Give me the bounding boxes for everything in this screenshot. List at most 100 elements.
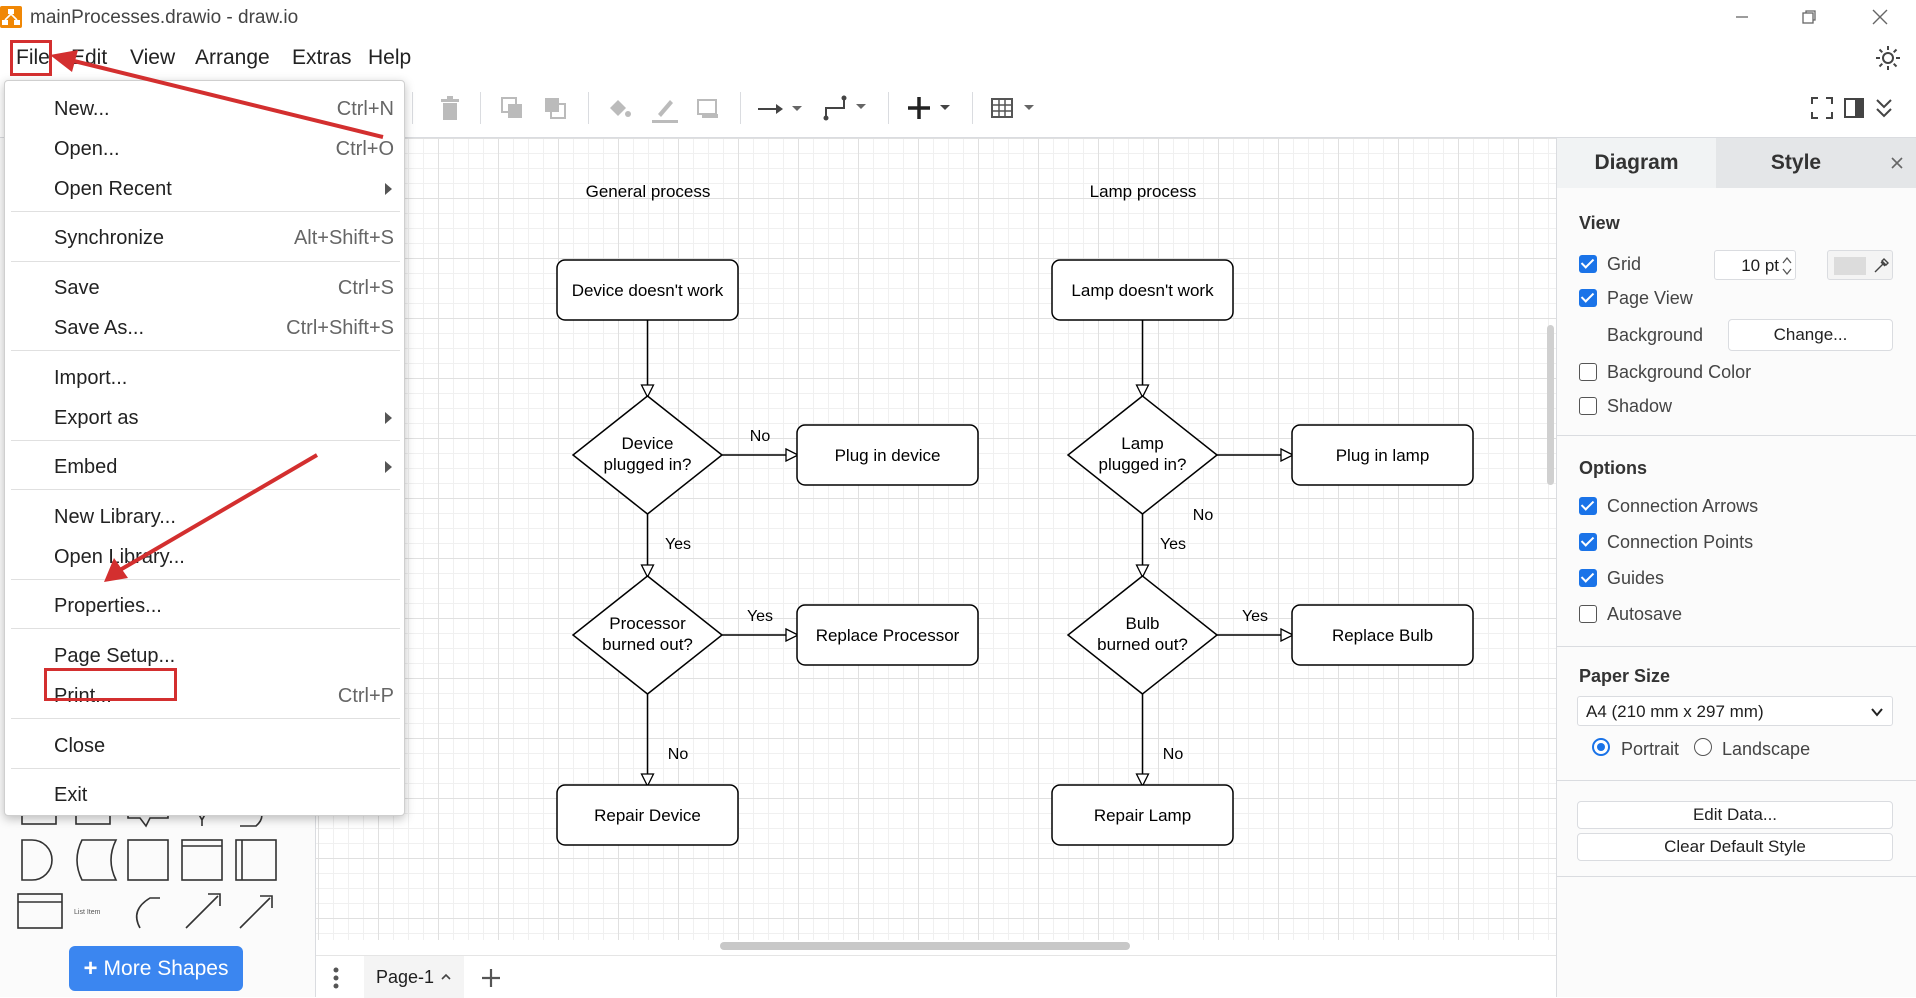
menu-item-embed[interactable]: Embed (5, 451, 406, 487)
menu-item-save-as[interactable]: Save As... Ctrl+Shift+S (5, 312, 406, 348)
connection-style-icon[interactable] (756, 96, 806, 122)
general-decision1-node[interactable]: Device plugged in? (571, 395, 724, 515)
menu-item-open-library[interactable]: Open Library... (5, 541, 406, 577)
menu-item-new[interactable]: New... Ctrl+N (5, 93, 406, 129)
menu-item-properties[interactable]: Properties... (5, 590, 406, 626)
menu-edit[interactable]: Edit (71, 46, 107, 70)
menu-item-label: Open Library... (54, 546, 185, 568)
general-action1-node[interactable]: Plug in device (796, 424, 979, 486)
general-decision2-line2: burned out? (602, 635, 693, 654)
general-end-label: Repair Device (594, 806, 701, 825)
change-background-button[interactable]: Change... (1728, 319, 1893, 351)
shape-list[interactable] (17, 893, 63, 929)
tab-diagram[interactable]: Diagram (1557, 138, 1716, 188)
theme-toggle-sun-icon[interactable] (1874, 44, 1902, 72)
landscape-radio[interactable] (1694, 738, 1712, 756)
menu-item-label: Exit (54, 784, 88, 806)
insert-plus-icon[interactable] (906, 94, 956, 124)
lamp-end-node[interactable]: Repair Lamp (1051, 784, 1234, 846)
lamp-process-title: Lamp process (1090, 182, 1197, 201)
line-color-icon[interactable] (650, 94, 680, 124)
vertical-scrollbar[interactable] (1547, 325, 1554, 485)
menu-separator (11, 579, 400, 580)
menu-item-save[interactable]: Save Ctrl+S (5, 272, 406, 308)
page-tabs-bar: Page-1 (316, 955, 1556, 998)
menu-item-exit[interactable]: Exit (5, 779, 406, 815)
menu-arrange[interactable]: Arrange (195, 46, 270, 70)
shadow-icon[interactable] (696, 96, 722, 122)
format-panel-toggle-icon[interactable] (1842, 96, 1866, 120)
clear-default-style-button[interactable]: Clear Default Style (1577, 833, 1893, 861)
general-decision1-line1: Device (622, 434, 674, 453)
table-icon[interactable] (990, 94, 1040, 124)
shape-stored-data[interactable] (76, 839, 118, 881)
menu-item-import[interactable]: Import... (5, 362, 406, 398)
edge-label-no: No (1163, 746, 1184, 763)
shape-double-arrow[interactable] (239, 895, 273, 929)
menu-item-synchronize[interactable]: Synchronize Alt+Shift+S (5, 222, 406, 258)
menu-view[interactable]: View (130, 46, 175, 70)
grid-size-input[interactable]: 10 pt (1714, 250, 1796, 280)
portrait-radio[interactable] (1592, 738, 1610, 756)
menu-item-new-library[interactable]: New Library... (5, 501, 406, 537)
close-window-button[interactable] (1850, 0, 1910, 34)
delete-icon[interactable] (438, 96, 462, 122)
window-title: mainProcesses.drawio - draw.io (30, 7, 299, 28)
edge-label-yes: Yes (747, 608, 773, 625)
tab-style[interactable]: Style (1716, 138, 1876, 188)
autosave-checkbox[interactable] (1579, 605, 1597, 623)
spinner-icon[interactable] (1781, 254, 1793, 278)
format-panel: Diagram Style View Grid 10 pt Page View … (1556, 138, 1916, 997)
edit-data-button[interactable]: Edit Data... (1577, 801, 1893, 829)
general-start-node[interactable]: Device doesn't work (556, 259, 739, 321)
pages-menu-icon[interactable] (332, 966, 340, 990)
menu-item-label: Page Setup... (54, 645, 176, 667)
grid-color-picker[interactable] (1827, 250, 1893, 280)
minimize-button[interactable] (1712, 0, 1772, 34)
shape-arrow[interactable] (185, 893, 221, 929)
lamp-action2-node[interactable]: Replace Bulb (1291, 604, 1474, 666)
shape-list-item[interactable]: List Item (74, 909, 101, 916)
general-end-node[interactable]: Repair Device (556, 784, 739, 846)
waypoints-icon[interactable] (822, 94, 872, 124)
close-panel-button[interactable] (1876, 138, 1916, 188)
shadow-checkbox[interactable] (1579, 397, 1597, 415)
horizontal-scrollbar[interactable] (720, 942, 1130, 950)
to-back-icon[interactable] (543, 96, 569, 122)
shape-curved-arrow[interactable] (135, 897, 160, 929)
lamp-start-node[interactable]: Lamp doesn't work (1051, 259, 1234, 321)
fill-color-icon[interactable] (606, 96, 632, 122)
grid-checkbox[interactable] (1579, 255, 1597, 273)
general-action2-node[interactable]: Replace Processor (796, 604, 979, 666)
menu-extras[interactable]: Extras (292, 46, 352, 70)
to-front-icon[interactable] (500, 96, 526, 122)
tab-page-1[interactable]: Page-1 (364, 956, 464, 998)
more-shapes-button[interactable]: + More Shapes (69, 946, 243, 991)
shape-delay[interactable] (21, 839, 53, 881)
lamp-decision2-line1: Bulb (1125, 614, 1159, 633)
shape-process[interactable] (127, 839, 169, 881)
general-decision2-node[interactable]: Processor burned out? (571, 575, 724, 695)
background-label: Background (1607, 325, 1704, 345)
page-view-checkbox[interactable] (1579, 289, 1597, 307)
view-heading: View (1579, 213, 1620, 233)
guides-checkbox[interactable] (1579, 569, 1597, 587)
fullscreen-icon[interactable] (1810, 96, 1834, 120)
connection-points-checkbox[interactable] (1579, 533, 1597, 551)
more-shapes-label: More Shapes (103, 956, 229, 980)
menu-item-open-recent[interactable]: Open Recent (5, 173, 406, 209)
collapse-toolbar-icon[interactable] (1872, 96, 1896, 120)
menu-separator (11, 768, 400, 769)
add-page-icon[interactable] (480, 967, 502, 989)
lamp-action1-node[interactable]: Plug in lamp (1291, 424, 1474, 486)
restore-button[interactable] (1779, 0, 1839, 34)
menu-help[interactable]: Help (368, 46, 411, 70)
background-color-checkbox[interactable] (1579, 363, 1597, 381)
connection-arrows-checkbox[interactable] (1579, 497, 1597, 515)
menu-item-open[interactable]: Open... Ctrl+O (5, 133, 406, 169)
lamp-decision2-node[interactable]: Bulb burned out? (1066, 575, 1219, 695)
menu-item-close[interactable]: Close (5, 730, 406, 766)
paper-size-select[interactable]: A4 (210 mm x 297 mm) (1577, 696, 1893, 726)
lamp-decision1-node[interactable]: Lamp plugged in? (1066, 395, 1219, 515)
menu-item-export-as[interactable]: Export as (5, 402, 406, 438)
